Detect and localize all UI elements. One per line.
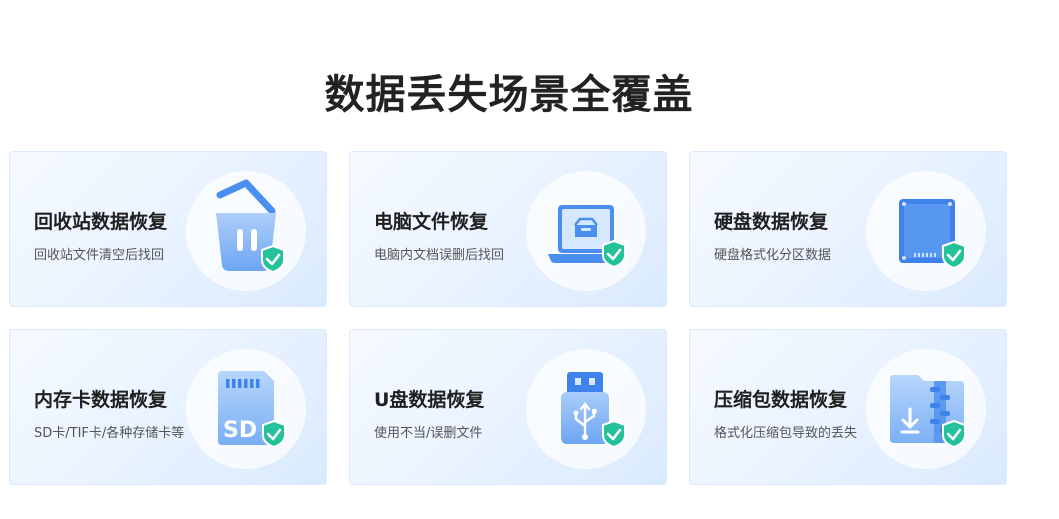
sd-card-label: SD bbox=[223, 418, 257, 443]
card-hard-drive-recovery[interactable]: 硬盘数据恢复 硬盘格式化分区数据 bbox=[689, 151, 1007, 307]
laptop-icon bbox=[548, 205, 626, 269]
card-desc: 格式化压缩包导致的丢失 bbox=[714, 426, 858, 441]
zip-archive-icon bbox=[890, 375, 966, 449]
icon-circle bbox=[526, 349, 646, 469]
card-title: 电脑文件恢复 bbox=[374, 211, 489, 233]
card-title: 内存卡数据恢复 bbox=[34, 389, 168, 411]
card-recycle-bin-recovery[interactable]: 回收站数据恢复 回收站文件清空后找回 bbox=[9, 151, 327, 307]
card-title: 硬盘数据恢复 bbox=[714, 211, 829, 233]
card-memory-card-recovery[interactable]: 内存卡数据恢复 SD卡/TIF卡/各种存储卡等 SD bbox=[9, 329, 327, 485]
card-desc: 回收站文件清空后找回 bbox=[34, 248, 165, 263]
icon-circle: SD bbox=[186, 349, 306, 469]
card-computer-file-recovery[interactable]: 电脑文件恢复 电脑内文档误删后找回 bbox=[349, 151, 667, 307]
card-title: 压缩包数据恢复 bbox=[714, 389, 848, 411]
card-title: U盘数据恢复 bbox=[374, 389, 485, 411]
card-desc: 使用不当/误删文件 bbox=[374, 426, 483, 441]
icon-circle bbox=[866, 349, 986, 469]
icon-circle bbox=[186, 171, 306, 291]
icon-circle bbox=[866, 171, 986, 291]
card-usb-recovery[interactable]: U盘数据恢复 使用不当/误删文件 bbox=[349, 329, 667, 485]
recycle-bin-icon bbox=[216, 179, 285, 274]
card-title: 回收站数据恢复 bbox=[34, 211, 168, 233]
sd-card-icon: SD bbox=[218, 371, 286, 449]
icon-circle bbox=[526, 171, 646, 291]
card-desc: SD卡/TIF卡/各种存储卡等 bbox=[34, 426, 185, 441]
card-archive-recovery[interactable]: 压缩包数据恢复 格式化压缩包导致的丢失 bbox=[689, 329, 1007, 485]
card-desc: 硬盘格式化分区数据 bbox=[714, 248, 832, 263]
card-desc: 电脑内文档误删后找回 bbox=[374, 248, 505, 263]
page-title: 数据丢失场景全覆盖 bbox=[324, 72, 694, 118]
usb-drive-icon bbox=[561, 372, 626, 449]
hard-drive-icon bbox=[899, 199, 966, 270]
